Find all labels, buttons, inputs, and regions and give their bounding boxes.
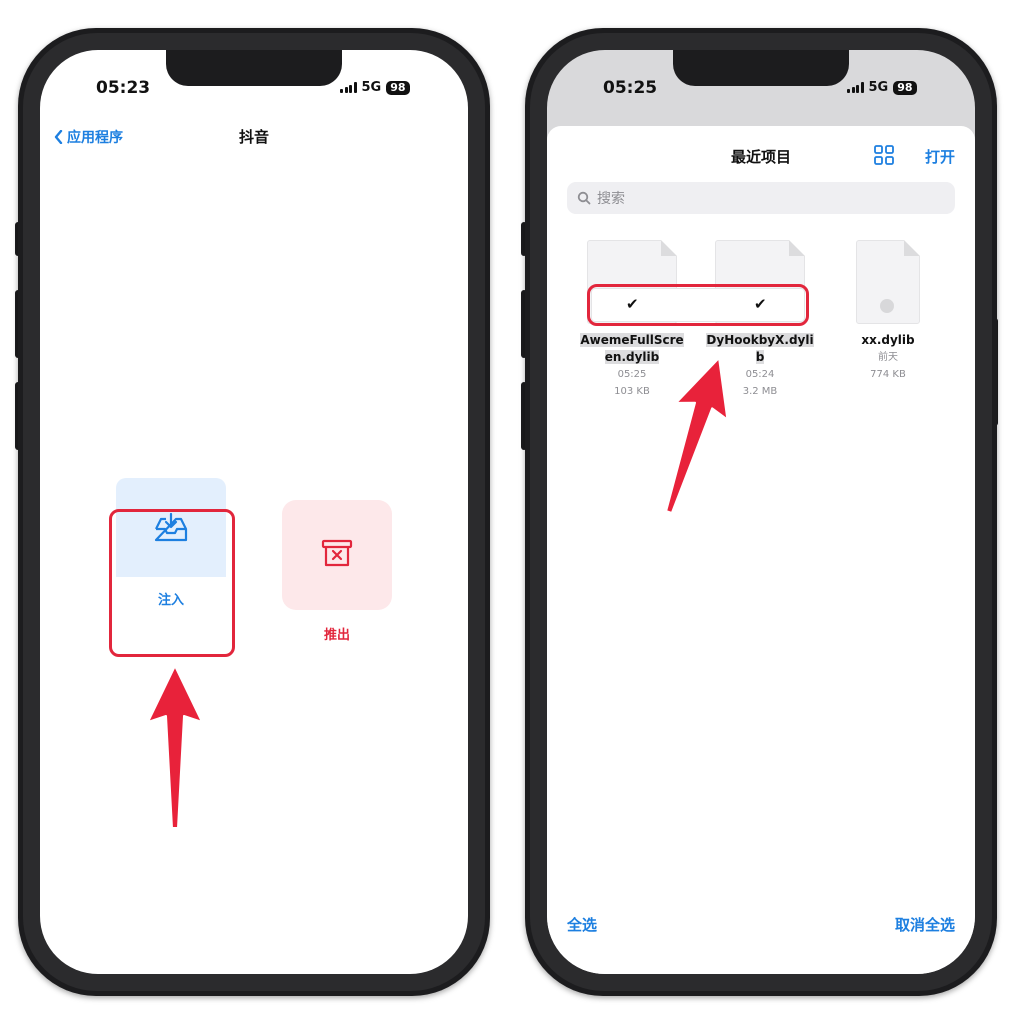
notch [673, 50, 849, 86]
unselected-circle-icon [880, 299, 894, 313]
document-icon [856, 240, 920, 324]
status-time: 05:23 [96, 78, 151, 98]
trash-box-icon [321, 539, 353, 567]
right-screen: 05:25 5G 98 最近项目 打开 搜索 AwemeFullScreen. [547, 50, 975, 974]
file-name-line1: DyHookbyX.dyli [706, 333, 814, 347]
signal-icon [340, 82, 357, 93]
file-name-line1: AwemeFullScre [580, 333, 684, 347]
file-name-line2: b [755, 350, 765, 364]
file-size: 774 KB [870, 369, 906, 380]
file-name: xx.dylib [833, 332, 943, 349]
red-arrow-pointer [147, 665, 203, 829]
network-label: 5G [868, 80, 889, 95]
search-field[interactable]: 搜索 [567, 182, 955, 214]
files-highlight-box [587, 284, 809, 326]
eject-label: 推出 [323, 628, 350, 643]
sheet-title: 最近项目 [730, 148, 791, 166]
left-screen: 05:23 5G 98 应用程序 抖音 注入 推出 [40, 50, 468, 974]
file-picker-sheet: 最近项目 打开 搜索 AwemeFullScre en.dylib 05:25 1… [547, 126, 975, 974]
file-item[interactable]: xx.dylib 前天 774 KB [833, 240, 943, 383]
battery-icon: 98 [386, 80, 410, 95]
page-title: 抖音 [238, 128, 269, 146]
open-button[interactable]: 打开 [925, 146, 955, 167]
status-time: 05:25 [603, 78, 658, 98]
right-phone: 05:25 5G 98 最近项目 打开 搜索 AwemeFullScreen. [525, 28, 997, 996]
file-date: 前天 [878, 352, 898, 363]
search-placeholder: 搜索 [597, 191, 625, 207]
eject-button[interactable] [282, 500, 392, 610]
red-arrow-pointer [665, 356, 729, 514]
notch [166, 50, 342, 86]
grid-view-icon[interactable] [873, 144, 895, 166]
file-name-line2: en.dylib [604, 350, 660, 364]
file-name-line1: xx.dylib [861, 333, 915, 347]
deselect-all-button[interactable]: 取消全选 [895, 914, 955, 935]
inject-highlight-box [109, 509, 235, 657]
signal-icon [847, 82, 864, 93]
search-icon [577, 191, 591, 205]
status-indicators: 5G 98 [340, 80, 410, 95]
battery-icon: 98 [893, 80, 917, 95]
left-phone: 05:23 5G 98 应用程序 抖音 注入 推出 [18, 28, 490, 996]
select-all-button[interactable]: 全选 [567, 914, 597, 935]
network-label: 5G [361, 80, 382, 95]
status-indicators: 5G 98 [847, 80, 917, 95]
